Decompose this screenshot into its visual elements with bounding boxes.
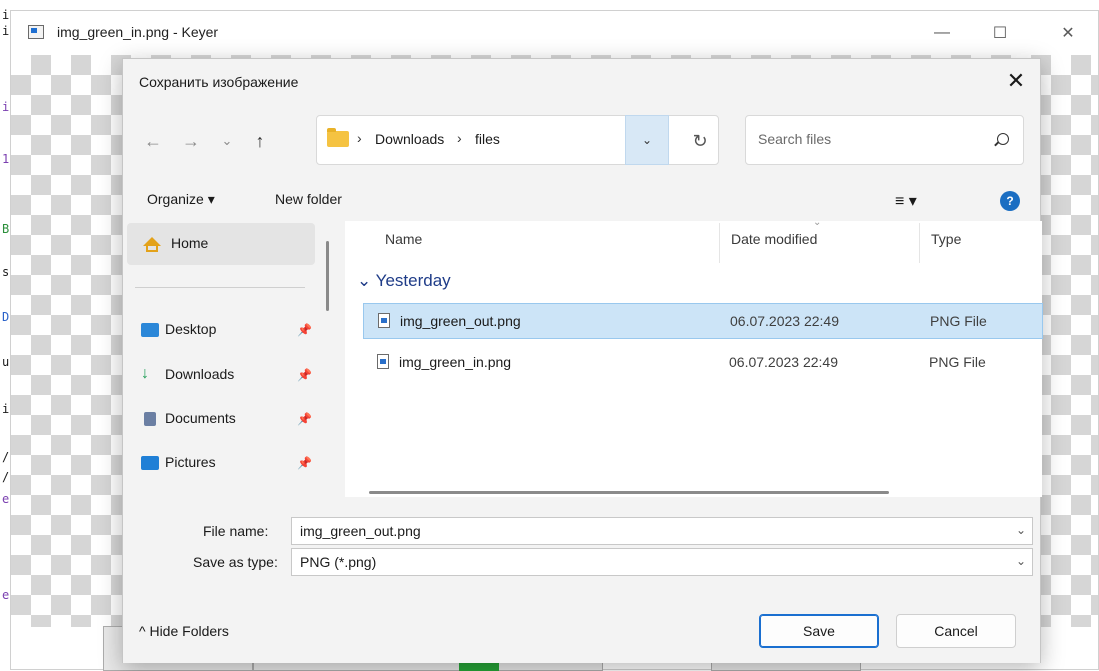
download-icon: ↓: [141, 365, 149, 382]
png-file-icon: [378, 313, 390, 328]
save-as-type-select[interactable]: PNG (*.png) ⌄: [291, 548, 1033, 576]
background-editor-strip: i i i 1 B s D u i / / e e: [0, 0, 10, 670]
column-header-name[interactable]: Name: [385, 231, 422, 247]
refresh-button[interactable]: ↻: [686, 127, 714, 155]
app-icon: [28, 25, 44, 39]
editor-char: s: [2, 265, 10, 279]
sidebar-item-label: Pictures: [165, 454, 216, 470]
breadcrumb-separator: ›: [357, 130, 362, 146]
command-bar: Organize ▾ New folder ≡ ▾ ?: [123, 181, 1040, 221]
main-window-title: img_green_in.png - Keyer: [57, 24, 219, 40]
save-as-type-value: PNG (*.png): [300, 554, 377, 570]
sidebar-item-label: Home: [171, 235, 209, 251]
dialog-footer: ^ Hide Folders Save Cancel: [123, 593, 1040, 663]
dialog-titlebar[interactable]: Сохранить изображение ✕: [123, 59, 1040, 105]
forward-button[interactable]: →: [177, 127, 205, 155]
minimize-button[interactable]: —: [919, 11, 965, 55]
recent-locations-button[interactable]: ⌄: [213, 127, 241, 155]
save-image-dialog: Сохранить изображение ✕ ← → ⌄ ↑ › Downlo…: [122, 58, 1043, 663]
pictures-icon: [141, 456, 159, 470]
sidebar-item-downloads[interactable]: ↓ Downloads 📌: [141, 365, 312, 390]
editor-char: /: [2, 470, 10, 484]
up-button[interactable]: ↑: [246, 127, 274, 155]
editor-char: 1: [2, 152, 10, 166]
chevron-down-icon[interactable]: ⌄: [1016, 554, 1026, 568]
desktop-icon: [141, 323, 159, 337]
sidebar-item-label: Documents: [165, 410, 236, 426]
sidebar-item-pictures[interactable]: Pictures 📌: [141, 454, 312, 478]
sidebar-item-label: Downloads: [165, 366, 235, 382]
chevron-down-icon[interactable]: ⌄: [1016, 523, 1026, 537]
sidebar-item-documents[interactable]: Documents 📌: [144, 410, 312, 434]
editor-char: u: [2, 355, 10, 369]
sidebar-item-desktop[interactable]: Desktop 📌: [141, 321, 312, 345]
sidebar-item-home[interactable]: Home: [127, 223, 315, 265]
column-divider[interactable]: [919, 223, 920, 263]
breadcrumb-downloads[interactable]: Downloads: [375, 131, 444, 147]
file-row[interactable]: img_green_out.png 06.07.2023 22:49 PNG F…: [363, 303, 1043, 339]
search-box[interactable]: Search files: [745, 115, 1024, 165]
maximize-button[interactable]: ☐: [977, 11, 1023, 55]
editor-char: e: [2, 492, 10, 506]
file-type: PNG File: [930, 313, 987, 329]
breadcrumb-files[interactable]: files: [475, 131, 500, 147]
save-button[interactable]: Save: [759, 614, 879, 648]
chevron-down-icon: ⌄: [357, 271, 372, 290]
png-file-icon: [377, 354, 389, 369]
main-titlebar[interactable]: img_green_in.png - Keyer — ☐ ✕: [11, 11, 1098, 55]
column-header-type[interactable]: Type: [931, 231, 961, 247]
horizontal-scrollbar[interactable]: [369, 491, 889, 494]
search-input[interactable]: Search files: [758, 131, 831, 147]
editor-char: i: [2, 100, 10, 114]
file-name: img_green_out.png: [400, 313, 521, 329]
home-icon: [143, 237, 161, 252]
editor-char: D: [2, 310, 10, 324]
editor-char: i: [2, 24, 10, 38]
back-button[interactable]: ←: [139, 127, 167, 155]
editor-char: i: [2, 402, 10, 416]
editor-char: /: [2, 450, 10, 464]
folder-icon: [327, 128, 349, 147]
pin-icon: 📌: [297, 323, 312, 337]
organize-menu[interactable]: Organize ▾: [147, 191, 215, 208]
file-date: 06.07.2023 22:49: [730, 313, 839, 329]
file-list: Name ⌄ Date modified Type ⌄ Yesterday im…: [345, 217, 1043, 497]
column-header-date[interactable]: Date modified: [731, 231, 817, 247]
hide-folders-button[interactable]: ^ Hide Folders: [139, 623, 229, 639]
divider: [135, 287, 305, 288]
help-icon[interactable]: ?: [1000, 191, 1020, 211]
view-options-icon[interactable]: ≡ ▾: [895, 191, 917, 211]
search-icon: [997, 133, 1009, 145]
documents-icon: [144, 412, 156, 426]
file-name: img_green_in.png: [399, 354, 512, 370]
pin-icon: 📌: [297, 412, 312, 426]
file-type: PNG File: [929, 354, 986, 370]
editor-char: B: [2, 222, 10, 236]
file-row[interactable]: img_green_in.png 06.07.2023 22:49 PNG Fi…: [363, 345, 1043, 381]
breadcrumb-separator: ›: [457, 130, 462, 146]
pin-icon: 📌: [297, 368, 312, 382]
address-dropdown-button[interactable]: ⌄: [625, 115, 669, 165]
dialog-title: Сохранить изображение: [139, 74, 299, 90]
editor-char: e: [2, 588, 10, 602]
editor-char: i: [2, 8, 10, 22]
cancel-button[interactable]: Cancel: [896, 614, 1016, 648]
file-name-field[interactable]: img_green_out.png ⌄: [291, 517, 1033, 545]
dialog-close-button[interactable]: ✕: [994, 61, 1038, 101]
pin-icon: 📌: [297, 456, 312, 470]
save-form: File name: img_green_out.png ⌄ Save as t…: [123, 497, 1040, 593]
column-divider[interactable]: [719, 223, 720, 263]
sort-chevron-icon: ⌄: [813, 217, 822, 228]
nav-pane-scrollbar[interactable]: [326, 241, 329, 311]
file-name-value: img_green_out.png: [300, 523, 421, 539]
sidebar-item-label: Desktop: [165, 321, 217, 337]
file-name-label: File name:: [203, 523, 269, 539]
save-as-type-label: Save as type:: [193, 554, 278, 570]
navigation-pane: Home Desktop 📌 ↓ Downloads 📌 Documents 📌…: [123, 221, 341, 497]
group-label: Yesterday: [375, 271, 451, 290]
close-button[interactable]: ✕: [1045, 11, 1091, 55]
group-header-yesterday[interactable]: ⌄ Yesterday: [357, 271, 451, 291]
file-date: 06.07.2023 22:49: [729, 354, 838, 370]
new-folder-button[interactable]: New folder: [275, 191, 342, 207]
